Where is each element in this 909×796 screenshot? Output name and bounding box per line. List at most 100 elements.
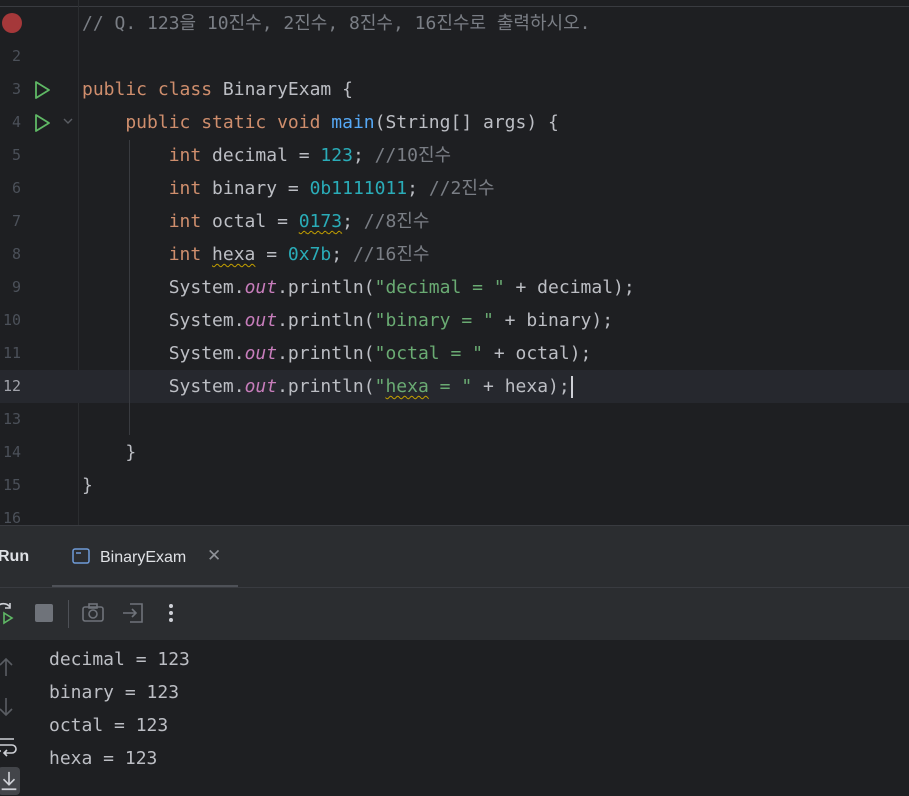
run-panel-title: Run [0, 548, 30, 565]
line-number[interactable]: 2 [0, 40, 21, 73]
code-text[interactable]: public class BinaryExam { [82, 73, 353, 106]
code-token: out [244, 310, 278, 331]
line-number[interactable]: 10 [0, 304, 21, 337]
code-editor[interactable]: // Q. 123을 10진수, 2진수, 8진수, 16진수로 출력하시오. 2… [0, 0, 909, 525]
code-token: (String[] args) { [374, 112, 559, 133]
rerun-icon[interactable] [0, 601, 18, 625]
code-line[interactable]: 8 int hexa = 0x7b; //16진수 [0, 238, 909, 271]
code-text[interactable]: int binary = 0b1111011; //2진수 [82, 172, 495, 205]
run-gutter-icon[interactable] [32, 113, 52, 133]
stop-icon[interactable] [32, 601, 56, 625]
code-token: static [201, 112, 278, 133]
code-token: out [244, 277, 278, 298]
tab-binaryexam[interactable]: BinaryExam ✕ [52, 526, 238, 588]
code-text[interactable]: // Q. 123을 10진수, 2진수, 8진수, 16진수로 출력하시오. [82, 7, 590, 40]
code-line[interactable]: 9 System.out.println("decimal = " + deci… [0, 271, 909, 304]
soft-wrap-icon[interactable] [0, 733, 18, 757]
indent-guide [129, 140, 130, 435]
run-panel-header: Run BinaryExam ✕ [0, 525, 909, 588]
code-line[interactable]: 16 [0, 502, 909, 525]
arrow-down-icon[interactable] [0, 695, 18, 719]
line-number[interactable]: 4 [0, 106, 21, 139]
code-line[interactable]: 2 [0, 40, 909, 73]
code-token: ; [407, 178, 429, 199]
code-token: int [82, 145, 213, 166]
breakpoint-icon[interactable] [2, 13, 22, 33]
code-line[interactable]: 5 int decimal = 123; //10진수 [0, 139, 909, 172]
code-line[interactable]: // Q. 123을 10진수, 2진수, 8진수, 16진수로 출력하시오. [0, 7, 909, 40]
code-token: 0b1111011 [309, 178, 408, 199]
code-token: 0x7b [287, 244, 332, 265]
code-text[interactable]: int hexa = 0x7b; //16진수 [82, 238, 430, 271]
code-token: .println( [277, 376, 375, 397]
code-text[interactable]: System.out.println("decimal = " + decima… [82, 271, 635, 304]
code-token: System. [82, 376, 245, 397]
code-line[interactable]: 3 public class BinaryExam { [0, 73, 909, 106]
exit-icon[interactable] [121, 601, 145, 625]
code-text[interactable]: System.out.println("octal = " + octal); [82, 337, 592, 370]
code-token: 123 [320, 145, 353, 166]
code-line[interactable]: 14 } [0, 436, 909, 469]
code-token: out [244, 376, 278, 397]
line-number[interactable]: 16 [0, 502, 21, 525]
console-tab-icon [72, 548, 90, 564]
code-text[interactable]: public static void main(String[] args) { [82, 106, 559, 139]
code-token: " [374, 376, 386, 397]
code-text[interactable]: System.out.println("hexa = " + hexa); [82, 370, 573, 403]
close-icon[interactable]: ✕ [207, 546, 221, 566]
line-number[interactable]: 9 [0, 271, 21, 304]
code-line[interactable]: 15} [0, 469, 909, 502]
code-token: // Q. 123을 10진수, 2진수, 8진수, 16진수로 출력하시오. [82, 13, 591, 34]
code-text[interactable]: } [82, 469, 93, 502]
code-token: public [82, 79, 158, 100]
code-token: = [255, 244, 288, 265]
code-line[interactable]: 10 System.out.println("binary = " + bina… [0, 304, 909, 337]
console-line: hexa = 123 [49, 748, 158, 769]
run-panel: Run BinaryExam ✕ decimal = 123 binary = … [0, 525, 909, 796]
line-number[interactable]: 14 [0, 436, 21, 469]
console-side-toolbar [0, 639, 28, 796]
code-token: 0173 [298, 211, 343, 232]
code-token: + decimal); [504, 277, 635, 298]
tab-label: BinaryExam [100, 549, 187, 566]
code-token: } [82, 442, 137, 463]
code-line[interactable]: 11 System.out.println("octal = " + octal… [0, 337, 909, 370]
code-token: "octal = " [374, 343, 483, 364]
code-text[interactable]: System.out.println("binary = " + binary)… [82, 304, 613, 337]
camera-icon[interactable] [81, 601, 105, 625]
more-vertical-icon[interactable] [159, 601, 183, 625]
fold-chevron-icon[interactable] [62, 115, 74, 127]
line-number[interactable]: 6 [0, 172, 21, 205]
code-token: void [277, 112, 332, 133]
code-line[interactable]: 12 System.out.println("hexa = " + hexa); [0, 370, 909, 403]
console-line: binary = 123 [49, 682, 180, 703]
code-line[interactable]: 7 int octal = 0173; //8진수 [0, 205, 909, 238]
line-number[interactable]: 15 [0, 469, 21, 502]
arrow-up-icon[interactable] [0, 655, 18, 679]
code-token: int [82, 211, 213, 232]
code-text[interactable]: int octal = 0173; //8진수 [82, 205, 430, 238]
line-number[interactable]: 3 [0, 73, 21, 106]
code-token: ; [331, 244, 353, 265]
code-text[interactable]: int decimal = 123; //10진수 [82, 139, 451, 172]
code-token: "binary = " [374, 310, 494, 331]
line-number[interactable]: 12 [0, 370, 21, 403]
code-text[interactable]: } [82, 436, 136, 469]
code-line[interactable]: 13 [0, 403, 909, 436]
code-token: ; [352, 145, 375, 166]
run-gutter-icon[interactable] [32, 80, 52, 100]
code-token: = " [428, 376, 473, 397]
line-number[interactable]: 7 [0, 205, 21, 238]
run-toolbar [0, 587, 909, 640]
line-number[interactable]: 8 [0, 238, 21, 271]
code-token: //10진수 [374, 145, 452, 166]
code-token: int [82, 178, 213, 199]
line-number[interactable]: 11 [0, 337, 21, 370]
code-token: "decimal = " [374, 277, 505, 298]
line-number[interactable]: 5 [0, 139, 21, 172]
code-line[interactable]: 6 int binary = 0b1111011; //2진수 [0, 172, 909, 205]
code-line[interactable]: 4 public static void main(String[] args)… [0, 106, 909, 139]
scroll-to-end-toggle[interactable] [0, 767, 20, 795]
line-number[interactable]: 13 [0, 403, 21, 436]
code-token: decimal = [212, 145, 321, 166]
